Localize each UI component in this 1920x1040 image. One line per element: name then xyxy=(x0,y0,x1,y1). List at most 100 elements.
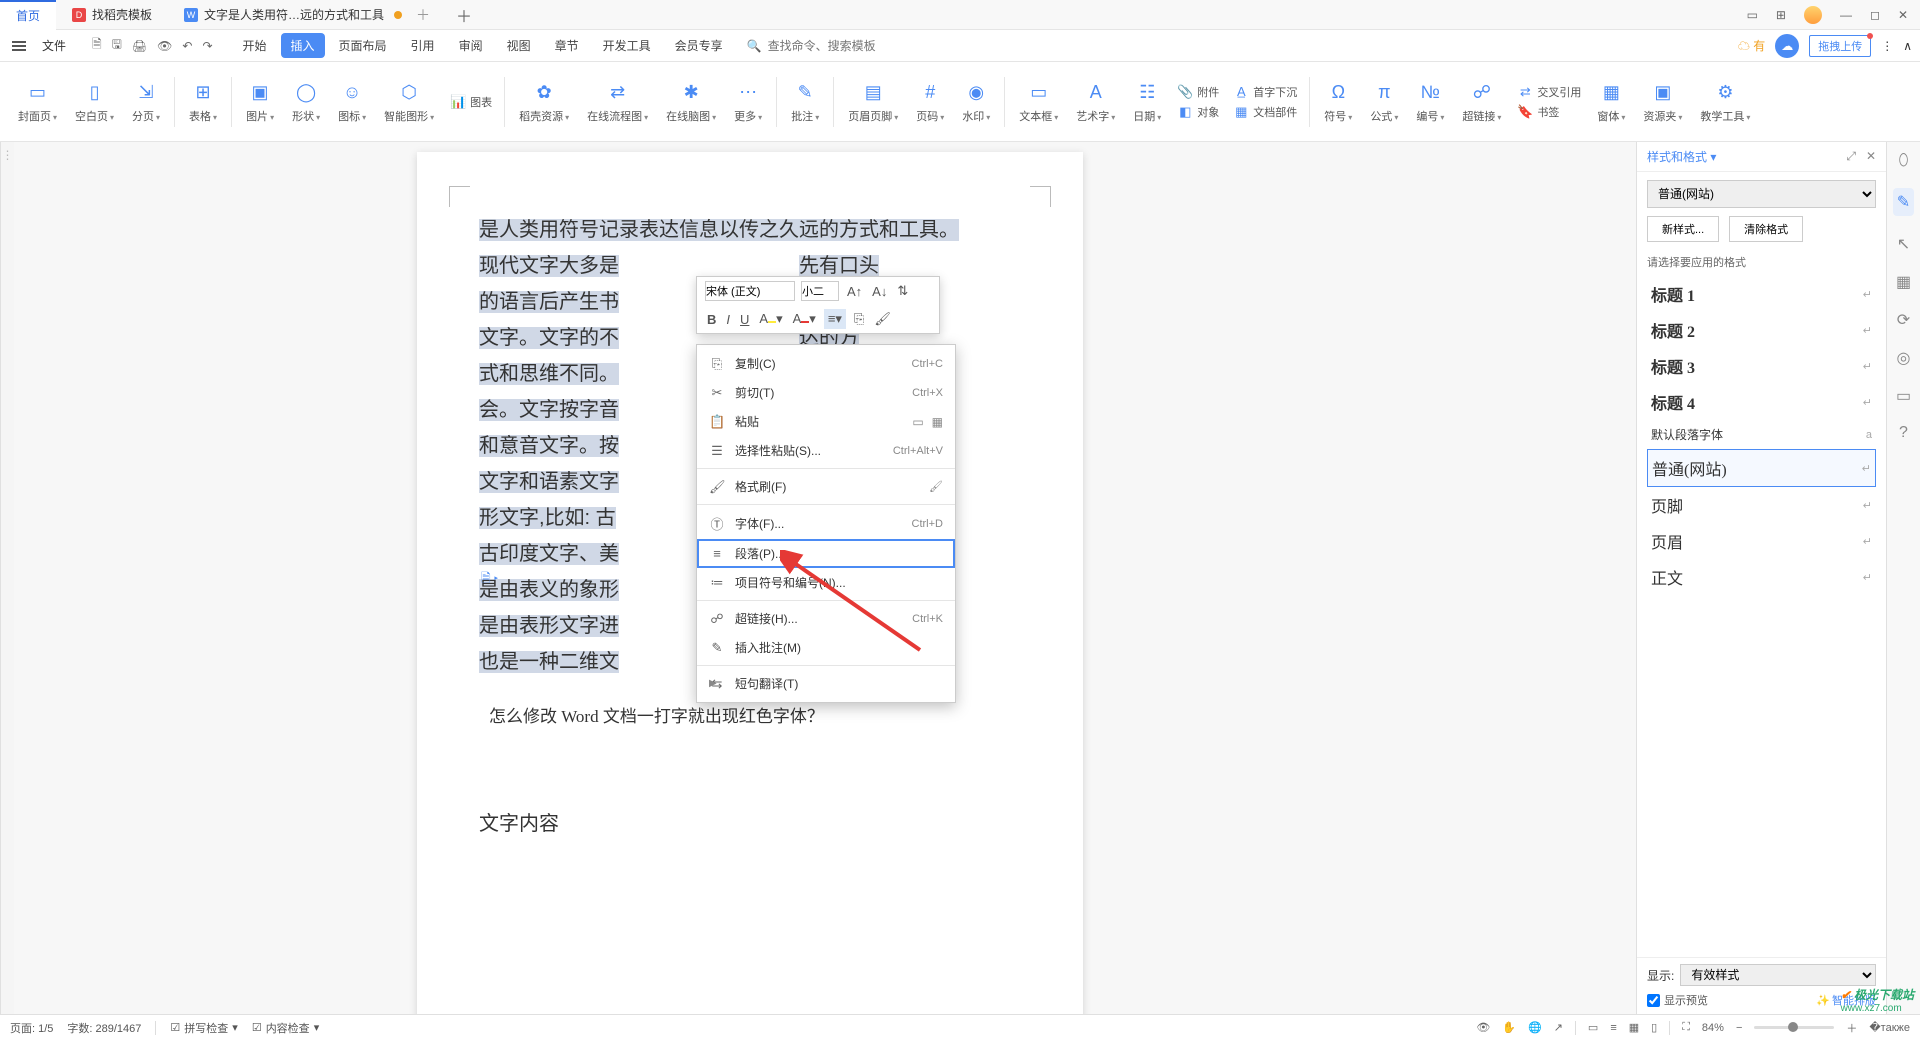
view-web-icon[interactable]: ▦ xyxy=(1629,1021,1639,1034)
ribbon-日期[interactable]: ☷日期 xyxy=(1125,80,1169,124)
status-tool-icon[interactable]: ↗ xyxy=(1554,1021,1563,1034)
qat-preview-icon[interactable]: 👁 xyxy=(157,39,172,53)
mini-increase-icon[interactable]: A↑ xyxy=(845,284,864,299)
new-tab-button[interactable]: ＋ xyxy=(446,0,482,30)
ribbon-智能图形[interactable]: ⬡智能图形 xyxy=(376,80,442,124)
ribbon-分页[interactable]: ⇲分页 xyxy=(124,80,168,124)
panel-pin-icon[interactable]: ⤢ xyxy=(1846,149,1856,164)
mini-bold-icon[interactable]: B xyxy=(705,312,718,327)
outline-indicator[interactable]: 🗎 ▸ xyxy=(481,569,498,590)
mini-fontcolor-icon[interactable]: A▾ xyxy=(791,311,818,327)
mini-align-icon[interactable]: ≡▾ xyxy=(824,309,846,329)
side-format-icon[interactable]: ✎ xyxy=(1893,188,1914,216)
ctx-剪切(T)[interactable]: ✂剪切(T)Ctrl+X xyxy=(697,378,955,407)
mini-copy-icon[interactable]: ⎘ xyxy=(852,311,866,327)
menu-tab-1[interactable]: 插入 xyxy=(281,33,325,58)
menu-tab-8[interactable]: 会员专享 xyxy=(665,33,733,58)
side-clipboard-icon[interactable]: ▦ xyxy=(1896,272,1911,292)
current-style-select[interactable]: 普通(网站) xyxy=(1647,180,1876,208)
ctx-字体(F)...[interactable]: Ⓣ字体(F)...Ctrl+D xyxy=(697,508,955,539)
panel-close-icon[interactable]: ✕ xyxy=(1866,149,1876,164)
ribbon-形状[interactable]: ◯形状 xyxy=(284,80,328,124)
mini-font-name[interactable] xyxy=(705,281,795,301)
mini-highlight-icon[interactable]: A▾ xyxy=(757,311,784,327)
new-style-button[interactable]: 新样式... xyxy=(1647,216,1719,242)
fit-icon[interactable]: ⛶ xyxy=(1682,1021,1690,1034)
view-read-icon[interactable]: ▯ xyxy=(1651,1021,1657,1034)
side-share-icon[interactable]: ⟳ xyxy=(1897,310,1910,330)
ribbon-艺术字[interactable]: A艺术字 xyxy=(1068,80,1123,124)
ribbon-批注[interactable]: ✎批注 xyxy=(783,80,827,124)
ribbon-编号[interactable]: №编号 xyxy=(1408,80,1452,124)
ribbon-空白页[interactable]: ▯空白页 xyxy=(67,80,122,124)
style-标题 2[interactable]: 标题 2↵ xyxy=(1647,312,1876,348)
menu-tab-0[interactable]: 开始 xyxy=(233,33,277,58)
file-menu[interactable]: 文件 xyxy=(36,37,72,54)
side-select-icon[interactable]: ⬯ xyxy=(1898,152,1908,170)
style-页脚[interactable]: 页脚↵ xyxy=(1647,487,1876,523)
view-outline-icon[interactable]: ≡ xyxy=(1610,1022,1616,1034)
maximize-icon[interactable]: ◻ xyxy=(1870,8,1880,22)
ctx-粘贴[interactable]: 📋粘贴▭▦ xyxy=(697,407,955,436)
menu-tab-4[interactable]: 审阅 xyxy=(449,33,493,58)
ribbon-dropcap[interactable]: A̲首字下沉 xyxy=(1233,84,1297,100)
ctx-格式刷(F)[interactable]: 🖌格式刷(F)🖌 xyxy=(697,472,955,501)
ribbon-chart[interactable]: 📊图表 xyxy=(450,94,492,110)
qat-undo-icon[interactable]: ↶ xyxy=(182,39,192,53)
ribbon-在线脑图[interactable]: ✱在线脑图 xyxy=(658,80,724,124)
ribbon-页码[interactable]: #页码 xyxy=(908,80,952,124)
ctx-插入批注(M)[interactable]: ✎插入批注(M) xyxy=(697,633,955,662)
side-pointer-icon[interactable]: ↖ xyxy=(1897,234,1910,254)
ribbon-公式[interactable]: π公式 xyxy=(1362,80,1406,124)
view-page-icon[interactable]: ▭ xyxy=(1588,1021,1598,1034)
ctx-段落(P)...[interactable]: ≡段落(P)... xyxy=(697,539,955,568)
side-help-icon[interactable]: ? xyxy=(1899,424,1908,442)
style-页眉[interactable]: 页眉↵ xyxy=(1647,523,1876,559)
status-spellcheck[interactable]: ☑ 拼写检查 ▾ xyxy=(170,1020,237,1036)
minimize-icon[interactable]: — xyxy=(1840,8,1852,22)
clear-format-button[interactable]: 清除格式 xyxy=(1729,216,1803,242)
mini-italic-icon[interactable]: I xyxy=(724,312,732,327)
status-words[interactable]: 字数: 289/1467 xyxy=(67,1020,141,1036)
style-标题 1[interactable]: 标题 1↵ xyxy=(1647,276,1876,312)
style-默认段落字体[interactable]: 默认段落字体a xyxy=(1647,420,1876,449)
menu-tab-5[interactable]: 视图 xyxy=(497,33,541,58)
style-正文[interactable]: 正文↵ xyxy=(1647,559,1876,595)
zoom-value[interactable]: 84% xyxy=(1702,1022,1724,1034)
zoom-out-icon[interactable]: − xyxy=(1736,1022,1742,1034)
ribbon-资源夹[interactable]: ▣资源夹 xyxy=(1635,80,1690,124)
ctx-项目符号和编号(N)...[interactable]: ≔项目符号和编号(N)... xyxy=(697,568,955,597)
more-icon[interactable]: ⋮ xyxy=(1881,39,1893,53)
ribbon-页眉页脚[interactable]: ▤页眉页脚 xyxy=(840,80,906,124)
ribbon-符号[interactable]: Ω符号 xyxy=(1316,80,1360,124)
zoom-in-icon[interactable]: ＋ xyxy=(1846,1020,1857,1036)
ribbon-窗体[interactable]: ▦窗体 xyxy=(1589,80,1633,124)
ribbon-crossref[interactable]: ⇄交叉引用 xyxy=(1517,84,1581,100)
status-page[interactable]: 页面: 1/5 xyxy=(10,1020,53,1036)
menu-tab-7[interactable]: 开发工具 xyxy=(593,33,661,58)
ribbon-教学工具[interactable]: ⚙教学工具 xyxy=(1692,80,1758,124)
tab-home[interactable]: 首页 xyxy=(0,0,56,30)
ribbon-object[interactable]: ◧对象 xyxy=(1177,104,1219,120)
mini-linespacing-icon[interactable]: ⇅ xyxy=(895,283,910,299)
chevron-down-icon[interactable]: ∧ xyxy=(1903,39,1912,53)
layout2-icon[interactable]: ⊞ xyxy=(1776,8,1786,22)
mini-decrease-icon[interactable]: A↓ xyxy=(870,284,889,299)
ribbon-文本框[interactable]: ▭文本框 xyxy=(1011,80,1066,124)
ribbon-docparts[interactable]: ▦文档部件 xyxy=(1233,104,1297,120)
cloud-status[interactable]: ☁ 有 xyxy=(1738,37,1765,54)
ctx-短句翻译(T)[interactable]: ⇆短句翻译(T)▶ xyxy=(697,669,955,698)
ribbon-bookmark[interactable]: 🔖书签 xyxy=(1517,104,1581,120)
ribbon-超链接[interactable]: ☍超链接 xyxy=(1454,80,1509,124)
ribbon-表格[interactable]: ⊞表格 xyxy=(181,80,225,124)
ribbon-更多[interactable]: ⋯更多 xyxy=(726,80,770,124)
status-more-icon[interactable]: �также xyxy=(1869,1021,1910,1034)
close-window-icon[interactable]: ✕ xyxy=(1898,8,1908,22)
style-标题 3[interactable]: 标题 3↵ xyxy=(1647,348,1876,384)
upload-button[interactable]: 拖拽上传 xyxy=(1809,35,1871,57)
command-search[interactable]: 🔍 xyxy=(747,39,923,53)
ribbon-attachment[interactable]: 📎附件 xyxy=(1177,84,1219,100)
qat-redo-icon[interactable]: ↷ xyxy=(202,39,212,53)
cloud-sync-icon[interactable]: ☁ xyxy=(1775,34,1799,58)
close-icon[interactable]: ＋ xyxy=(416,5,430,25)
